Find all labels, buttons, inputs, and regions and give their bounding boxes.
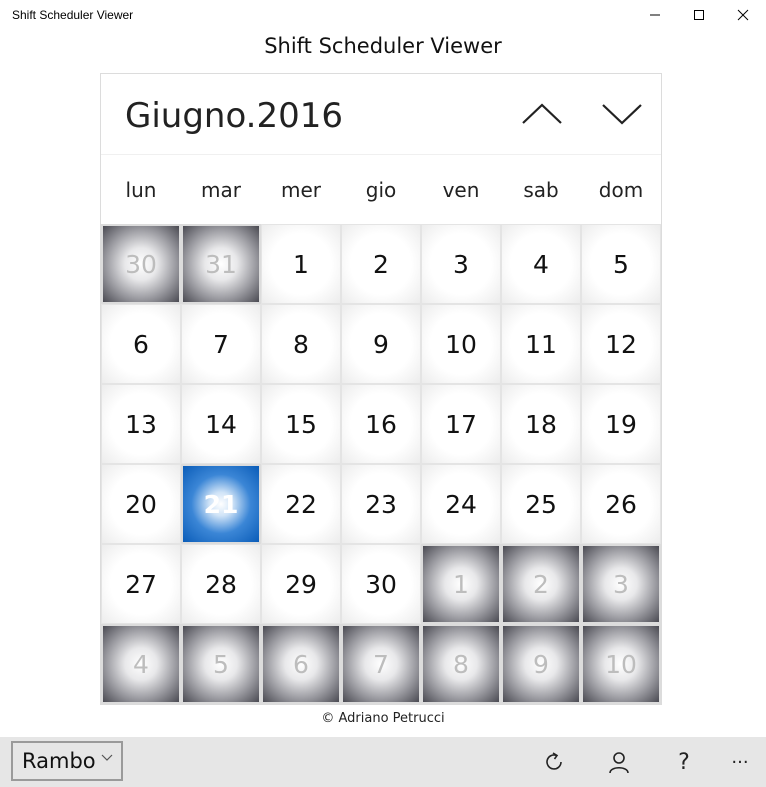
weekday-header: lun mar mer gio ven sab dom	[101, 154, 661, 225]
help-button[interactable]: ?	[662, 742, 706, 782]
maximize-button[interactable]	[676, 0, 722, 30]
day-cell[interactable]: 5	[581, 224, 661, 304]
user-button[interactable]	[597, 742, 641, 782]
day-cell-other-month[interactable]: 2	[501, 544, 581, 624]
day-cell[interactable]: 15	[261, 384, 341, 464]
day-cell[interactable]: 22	[261, 464, 341, 544]
day-cell[interactable]: 12	[581, 304, 661, 384]
day-cell-other-month[interactable]: 7	[341, 624, 421, 704]
close-button[interactable]	[720, 0, 766, 30]
day-cell[interactable]: 4	[501, 224, 581, 304]
month-label: Giugno.2016	[125, 96, 344, 136]
day-cell-other-month[interactable]: 8	[421, 624, 501, 704]
previous-month-button[interactable]	[517, 94, 567, 134]
day-cell-other-month[interactable]: 9	[501, 624, 581, 704]
minimize-button[interactable]	[632, 0, 678, 30]
window-title: Shift Scheduler Viewer	[12, 8, 134, 22]
day-cell[interactable]: 24	[421, 464, 501, 544]
day-cell-other-month[interactable]: 30	[101, 224, 181, 304]
minimize-icon	[650, 14, 660, 16]
title-bar: Shift Scheduler Viewer	[0, 0, 766, 30]
weekday-lun: lun	[125, 178, 157, 202]
day-cell[interactable]: 29	[261, 544, 341, 624]
day-cell[interactable]: 2	[341, 224, 421, 304]
day-cell[interactable]: 30	[341, 544, 421, 624]
day-cell-other-month[interactable]: 10	[581, 624, 661, 704]
day-cell[interactable]: 18	[501, 384, 581, 464]
weekday-gio: gio	[365, 178, 397, 202]
day-cell-other-month[interactable]: 3	[581, 544, 661, 624]
copyright-credit: © Adriano Petrucci	[321, 711, 445, 726]
month-header: Giugno.2016	[101, 74, 661, 154]
day-cell[interactable]: 1	[261, 224, 341, 304]
day-cell[interactable]: 6	[101, 304, 181, 384]
day-cell[interactable]: 7	[181, 304, 261, 384]
weekday-mer: mer	[280, 178, 321, 202]
chevron-down-icon	[101, 754, 113, 761]
maximize-icon	[694, 10, 704, 20]
day-cell[interactable]: 16	[341, 384, 421, 464]
weekday-ven: ven	[442, 178, 480, 202]
user-select[interactable]: Rambo	[11, 741, 123, 781]
day-cell-other-month[interactable]: 5	[181, 624, 261, 704]
day-cell[interactable]: 26	[581, 464, 661, 544]
calendar: Giugno.2016 lun mar mer gio ven sab dom 30 31 1 2…	[100, 73, 662, 705]
user-select-value: Rambo	[22, 749, 96, 773]
chevron-up-icon	[522, 103, 562, 124]
day-cell[interactable]: 8	[261, 304, 341, 384]
weekday-sab: sab	[523, 178, 559, 202]
day-cell-other-month[interactable]: 6	[261, 624, 341, 704]
close-icon	[737, 9, 749, 21]
app-bar: Rambo ? ···	[0, 737, 766, 787]
day-cell-other-month[interactable]: 1	[421, 544, 501, 624]
day-cell[interactable]: 23	[341, 464, 421, 544]
day-grid: 30 31 1 2 3 4 5 6 7 8 9 10 11 12 13 14 15 16 17 18 19 20 21 22 2…	[101, 224, 661, 704]
app-title: Shift Scheduler Viewer	[264, 34, 502, 58]
day-cell[interactable]: 28	[181, 544, 261, 624]
weekday-dom: dom	[598, 178, 644, 202]
day-cell[interactable]: 14	[181, 384, 261, 464]
day-cell[interactable]: 9	[341, 304, 421, 384]
day-cell[interactable]: 11	[501, 304, 581, 384]
day-cell-today[interactable]: 21	[181, 464, 261, 544]
weekday-mar: mar	[201, 178, 241, 202]
day-cell[interactable]: 19	[581, 384, 661, 464]
day-cell[interactable]: 27	[101, 544, 181, 624]
day-cell[interactable]: 3	[421, 224, 501, 304]
day-cell[interactable]: 25	[501, 464, 581, 544]
person-icon	[609, 752, 629, 774]
day-cell[interactable]: 20	[101, 464, 181, 544]
next-month-button[interactable]	[597, 94, 647, 134]
day-cell[interactable]: 10	[421, 304, 501, 384]
more-button[interactable]: ···	[718, 742, 762, 782]
day-cell-other-month[interactable]: 4	[101, 624, 181, 704]
day-cell[interactable]: 17	[421, 384, 501, 464]
refresh-icon	[546, 752, 562, 770]
chevron-down-icon	[602, 104, 642, 125]
day-cell[interactable]: 13	[101, 384, 181, 464]
refresh-button[interactable]	[532, 742, 576, 782]
day-cell-other-month[interactable]: 31	[181, 224, 261, 304]
